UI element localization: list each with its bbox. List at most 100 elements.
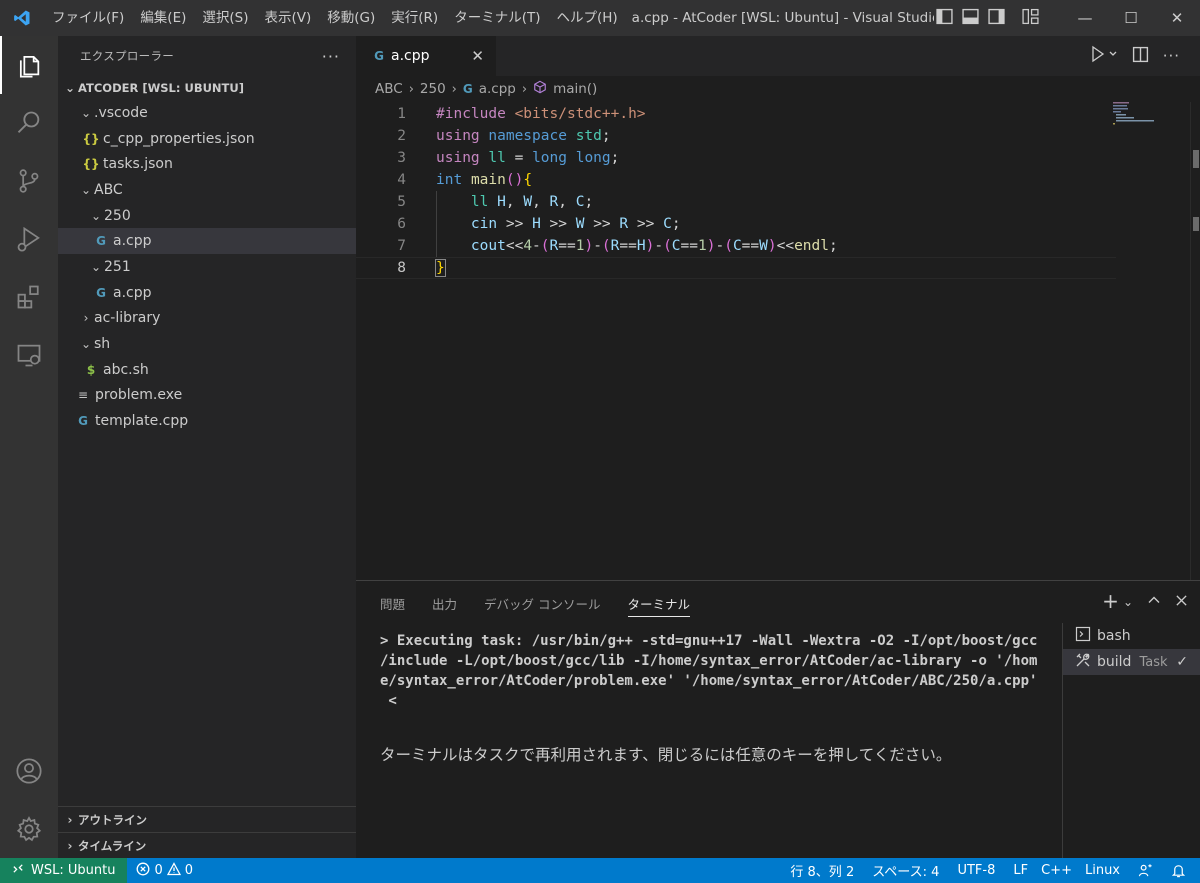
more-actions-icon[interactable]: ···	[1163, 47, 1180, 65]
tree-item-template-cpp[interactable]: G template.cpp	[58, 408, 356, 434]
new-terminal-icon[interactable]: +	[1102, 591, 1119, 611]
close-panel-icon[interactable]	[1175, 593, 1188, 611]
tree-item-sh[interactable]: ⌄ sh	[58, 331, 356, 357]
maximize-panel-icon[interactable]	[1147, 593, 1161, 611]
menu-edit[interactable]: 編集(E)	[132, 0, 194, 36]
timeline-section[interactable]: › タイムライン	[58, 832, 356, 858]
encoding[interactable]: UTF-8	[948, 858, 1004, 883]
code-line: 7 cout<<4-(R==1)-(R==H)-(C==1)-(C==W)<<e…	[356, 235, 1116, 257]
split-editor-icon[interactable]	[1132, 46, 1149, 67]
terminal-item-bash[interactable]: bash	[1063, 623, 1200, 649]
breadcrumb-file[interactable]: a.cpp	[479, 81, 516, 97]
source-control-icon[interactable]	[0, 152, 58, 210]
tree-item-abc-sh[interactable]: $ abc.sh	[58, 357, 356, 383]
terminal-icon	[1075, 626, 1091, 646]
code-line: 2 using namespace std;	[356, 125, 1116, 147]
chevron-right-icon: ›	[408, 81, 414, 97]
breadcrumb-abc[interactable]: ABC	[375, 81, 403, 97]
tree-item-label: ABC	[94, 181, 123, 198]
json-file-icon: {}	[82, 131, 100, 146]
explorer-icon[interactable]	[0, 36, 58, 94]
extensions-icon[interactable]	[0, 268, 58, 326]
minimize-button[interactable]: —	[1062, 0, 1108, 36]
chevron-down-icon: ⌄	[90, 208, 102, 223]
menu-terminal[interactable]: ターミナル(T)	[446, 0, 548, 36]
end-of-line[interactable]: LF	[1004, 858, 1037, 883]
accounts-icon[interactable]	[0, 742, 58, 800]
tree-item-251[interactable]: ⌄ 251	[58, 254, 356, 280]
tree-item-abc[interactable]: ⌄ ABC	[58, 177, 356, 203]
tree-item-label: tasks.json	[103, 156, 173, 173]
tree-item-tasks-json[interactable]: {} tasks.json	[58, 151, 356, 177]
breadcrumb-250[interactable]: 250	[420, 81, 446, 97]
tab-problems[interactable]: 問題	[380, 581, 405, 625]
code-editor[interactable]: 1 #include <bits/stdc++.h> 2 using names…	[356, 103, 1116, 279]
tree-item-problem-exe[interactable]: ≡ problem.exe	[58, 383, 356, 409]
chevron-down-icon[interactable]: ⌄	[1123, 593, 1133, 611]
editor-scrollbar[interactable]	[1190, 102, 1200, 580]
close-tab-icon[interactable]: ✕	[471, 47, 484, 65]
outline-section[interactable]: › アウトライン	[58, 806, 356, 832]
cpp-file-icon: G	[462, 82, 473, 96]
chevron-down-icon: ⌄	[80, 105, 92, 120]
layout-controls	[936, 8, 1039, 29]
remote-indicator[interactable]: WSL: Ubuntu	[0, 858, 128, 883]
language-mode[interactable]: C++	[1037, 858, 1081, 883]
line-number: 4	[397, 172, 406, 188]
feedback-icon[interactable]	[1129, 858, 1162, 883]
tree-item-a-cpp-251[interactable]: G a.cpp	[58, 280, 356, 306]
editor-area: G a.cpp ✕ ··· ABC › 250 › G a.cpp › main…	[356, 36, 1200, 580]
tab-label: a.cpp	[391, 48, 430, 64]
tree-item-ac-library[interactable]: › ac-library	[58, 306, 356, 332]
vscode-logo-icon	[0, 0, 44, 36]
menu-go[interactable]: 移動(G)	[319, 0, 383, 36]
tab-output[interactable]: 出力	[432, 581, 457, 625]
tab-terminal[interactable]: ターミナル	[627, 581, 690, 625]
remote-explorer-icon[interactable]	[0, 326, 58, 384]
tree-item-label: 250	[104, 207, 131, 224]
window-controls: — ☐ ✕	[1062, 0, 1200, 36]
symbol-method-icon	[533, 80, 547, 98]
tree-item-label: c_cpp_properties.json	[103, 130, 255, 147]
customize-layout-icon[interactable]	[1022, 8, 1039, 29]
menu-run[interactable]: 実行(R)	[383, 0, 446, 36]
search-icon[interactable]	[0, 94, 58, 152]
tree-item-a-cpp-250[interactable]: G a.cpp	[58, 228, 356, 255]
terminal-output[interactable]: > Executing task: /usr/bin/g++ -std=gnu+…	[380, 631, 1046, 711]
tree-item-label: template.cpp	[95, 413, 189, 430]
toggle-secondary-sidebar-icon[interactable]	[988, 8, 1005, 29]
problems-status[interactable]: 0 0	[127, 858, 202, 883]
maximize-button[interactable]: ☐	[1108, 0, 1154, 36]
run-debug-dropdown-icon[interactable]	[1088, 45, 1118, 67]
os-indicator[interactable]: Linux	[1081, 858, 1129, 883]
tab-a-cpp[interactable]: G a.cpp ✕	[356, 36, 496, 76]
menu-view[interactable]: 表示(V)	[257, 0, 320, 36]
breadcrumb-symbol[interactable]: main()	[553, 81, 597, 97]
indentation[interactable]: スペース: 4	[863, 858, 948, 883]
notifications-bell-icon[interactable]	[1162, 858, 1200, 883]
close-window-button[interactable]: ✕	[1154, 0, 1200, 36]
terminal-item-build[interactable]: build Task ✓	[1063, 649, 1200, 675]
tree-item-250[interactable]: ⌄ 250	[58, 203, 356, 229]
remote-label: WSL: Ubuntu	[31, 863, 116, 878]
cursor-position[interactable]: 行 8、列 2	[781, 858, 863, 883]
workspace-root[interactable]: ⌄ ATCODER [WSL: UBUNTU]	[58, 76, 356, 100]
binary-file-icon: ≡	[77, 388, 89, 403]
tab-debug-console[interactable]: デバッグ コンソール	[484, 581, 600, 625]
tree-item-label: abc.sh	[103, 361, 149, 378]
toggle-panel-icon[interactable]	[962, 8, 979, 29]
manage-gear-icon[interactable]	[0, 800, 58, 858]
run-debug-icon[interactable]	[0, 210, 58, 268]
toggle-sidebar-icon[interactable]	[936, 8, 953, 29]
chevron-right-icon: ›	[67, 812, 73, 827]
menu-file[interactable]: ファイル(F)	[44, 0, 132, 36]
menu-selection[interactable]: 選択(S)	[194, 0, 256, 36]
tree-item-c-cpp-properties[interactable]: {} c_cpp_properties.json	[58, 126, 356, 152]
minimap[interactable]	[1111, 102, 1186, 126]
more-actions-icon[interactable]: ···	[322, 47, 340, 66]
terminal-line: > Executing task: /usr/bin/g++ -std=gnu+…	[380, 633, 1038, 649]
bottom-panel: 問題 出力 デバッグ コンソール ターミナル + ⌄ > Executing t…	[356, 580, 1200, 859]
tree-item-vscode[interactable]: ⌄ .vscode	[58, 100, 356, 126]
menu-help[interactable]: ヘルプ(H)	[548, 0, 625, 36]
line-number: 7	[397, 238, 406, 254]
